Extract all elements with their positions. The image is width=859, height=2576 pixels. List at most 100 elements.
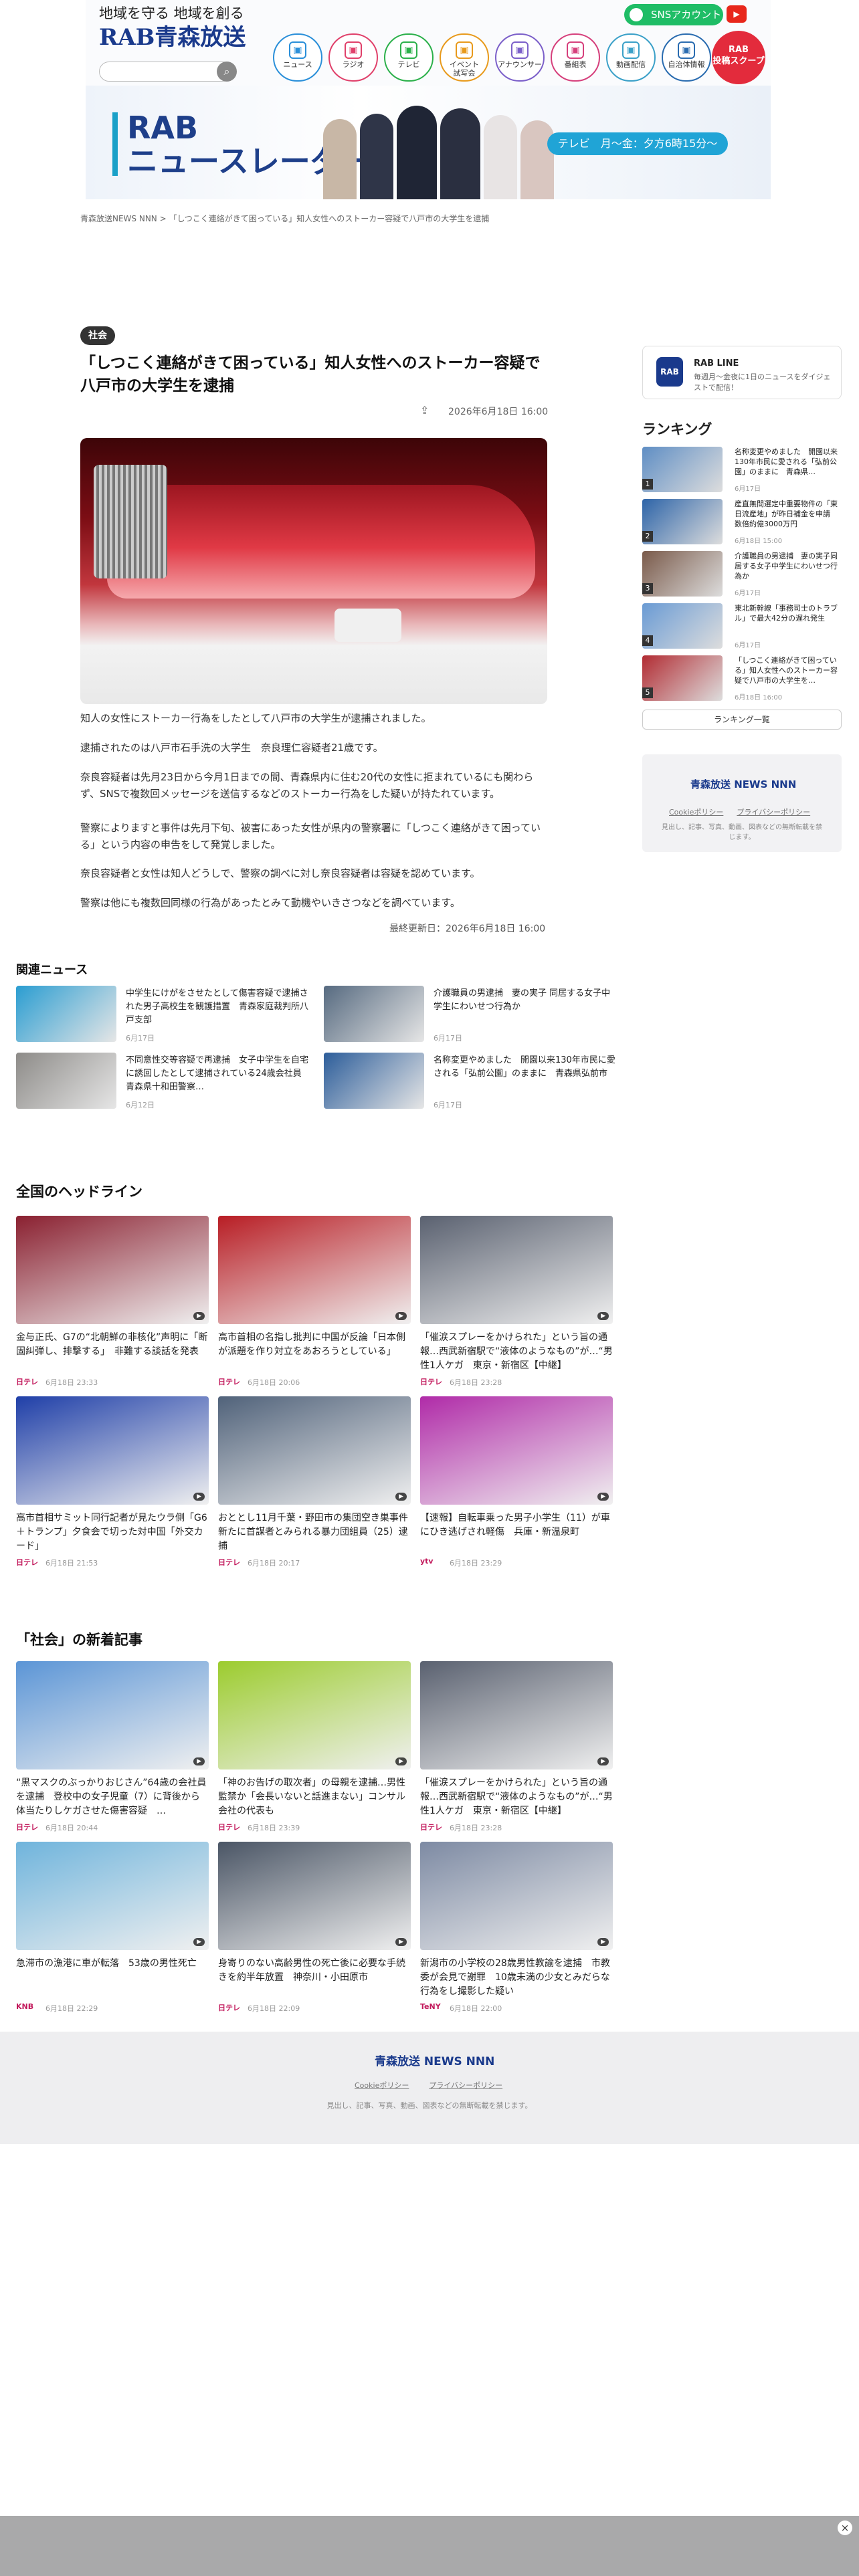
list-icon: ▣ <box>567 41 584 59</box>
nav-item-label: 自治体情報 <box>668 60 705 69</box>
ranking-more-button[interactable]: ランキング一覧 <box>642 710 842 730</box>
site-logo[interactable]: RAB青森放送 <box>99 19 246 51</box>
ranking-thumbnail: 5 <box>642 655 723 701</box>
nav-item[interactable]: ▣ 動画配信 <box>606 33 656 82</box>
sns-account-button[interactable]: SNSアカウント <box>624 4 723 25</box>
ranking-date: 6月17日 <box>735 590 761 597</box>
related-thumbnail <box>16 1053 116 1109</box>
search-icon[interactable]: ⌕ <box>217 62 237 82</box>
anchor-photo <box>440 108 480 199</box>
play-icon: ▶ <box>193 1493 205 1501</box>
society-date: 6月18日 22:09 <box>248 2004 300 2013</box>
close-icon[interactable]: × <box>838 2520 852 2535</box>
cookie-policy-link[interactable]: Cookieポリシー <box>355 2081 409 2090</box>
cookie-policy-link[interactable]: Cookieポリシー <box>669 808 723 817</box>
anchor-photo <box>360 114 393 199</box>
siren-base <box>335 609 401 642</box>
society-title: 「催涙スプレーをかけられた」という旨の通報…西武新宿駅で“液体のようなもの”が…… <box>420 1778 613 1816</box>
national-card[interactable]: ▶ 金与正氏、G7の“北朝鮮の非核化”声明に「断固糾弾し、排撃する」 非難する談話… <box>16 1216 209 1387</box>
society-date: 6月18日 22:00 <box>450 2004 502 2013</box>
related-card[interactable]: 介護職員の男逮捕 妻の実子 同居する女子中学生にわいせつ行為か 6月17日 <box>324 986 618 1046</box>
youtube-icon[interactable]: ▶ <box>727 5 747 23</box>
society-card[interactable]: ▶ 「催涙スプレーをかけられた」という旨の通報…西武新宿駅で“液体のようなもの”が… <box>420 1661 613 1832</box>
society-card[interactable]: ▶ “黒マスクのぶっかりおじさん”64歳の会社員を逮捕 登校中の女子児童（7）に背… <box>16 1661 209 1832</box>
related-heading: 関連ニュース <box>16 963 88 977</box>
related-card[interactable]: 名称変更やめました 開園以来130年市民に愛される「弘前公園」のままに 青森県弘… <box>324 1053 618 1113</box>
nav-item[interactable]: ▣ アナウンサー <box>495 33 545 82</box>
article-paragraph: 知人の女性にストーカー行為をしたとして八戸市の大学生が逮捕されました。 <box>80 712 432 724</box>
rab-scoop-button[interactable]: RAB 投稿スクープ <box>712 31 765 84</box>
program-time: テレビ 月〜金：夕方6時15分〜 <box>547 132 728 155</box>
nav-item[interactable]: ▣ ニュース <box>273 33 322 82</box>
society-date: 6月18日 22:29 <box>45 2004 98 2013</box>
national-date: 6月18日 23:28 <box>450 1378 502 1387</box>
play-icon: ▶ <box>597 1312 609 1320</box>
nav-item[interactable]: ▣ ラジオ <box>328 33 378 82</box>
ad-banner[interactable] <box>0 2516 859 2576</box>
ranking-title: 産直無間選定中重要物件の「東日流産地」が昨日補金を申請 数倍約億3000万円 <box>735 500 838 528</box>
society-card[interactable]: ▶ 身寄りのない高齢男性の死亡後に必要な手続きを約半年放置 神奈川・小田原市 日テレ… <box>218 1842 411 2013</box>
ranking-item[interactable]: 3 介護職員の男逮捕 妻の実子同居する女子中学生にわいせつ行為か 6月17日 <box>642 551 842 599</box>
rab-line-title: RAB LINE <box>694 358 739 368</box>
society-title: 「神のお告げの取次者」の母親を逮捕…男性監禁か「会長いないと話進まない」コンサル… <box>218 1778 405 1816</box>
national-source: 日テレ <box>420 1378 442 1386</box>
society-thumbnail: ▶ <box>16 1661 209 1769</box>
footer-logo[interactable]: 青森放送 NEWS NNN <box>375 2052 494 2068</box>
national-card[interactable]: ▶ 高市首相の名指し批判に中国が反論「日本側が派題を作り対立をあおろうとしている」… <box>218 1216 411 1387</box>
search-input[interactable] <box>99 62 233 82</box>
society-card[interactable]: ▶ 「神のお告げの取次者」の母親を逮捕…男性監禁か「会長いないと話進まない」コンサ… <box>218 1661 411 1832</box>
share-icon[interactable]: ⇪ <box>420 404 429 417</box>
society-card[interactable]: ▶ 急滞市の漁港に車が転落 53歳の男性死亡 KNB 6月18日 22:29 <box>16 1842 209 2013</box>
anchor-photo <box>397 106 437 199</box>
society-card[interactable]: ▶ 新潟市の小学校の28歳男性教諭を逮捕 市教委が会見で謝罪 10歳未満の少女とみ… <box>420 1842 613 2013</box>
ranking-title: 「しつこく連絡がきて困っている」知人女性へのストーカー容疑で八戸市の大学生を… <box>735 656 838 685</box>
article-title: 「しつこく連絡がきて困っている」知人女性へのストーカー容疑で八戸市の大学生を逮捕 <box>80 354 541 395</box>
ranking-item[interactable]: 4 東北新幹線「事務司士のトラブル」で最大42分の遅れ発生 6月17日 <box>642 603 842 651</box>
breadcrumb-home[interactable]: 青森放送NEWS NNN <box>80 214 157 223</box>
video-icon: ▣ <box>622 41 640 59</box>
ranking-item[interactable]: 5 「しつこく連絡がきて困っている」知人女性へのストーカー容疑で八戸市の大学生を…… <box>642 655 842 704</box>
society-title: 急滞市の漁港に車が転落 53歳の男性死亡 <box>16 1958 197 1969</box>
national-card[interactable]: ▶ おととし11月千葉・野田市の集団空き巣事件 新たに首謀者とみられる暴力団組員（… <box>218 1396 411 1568</box>
national-card[interactable]: ▶ 「催涙スプレーをかけられた」という旨の通報…西武新宿駅で“液体のようなもの”が… <box>420 1216 613 1387</box>
play-icon: ▶ <box>193 1312 205 1320</box>
anchor-photo <box>323 119 357 199</box>
privacy-policy-link[interactable]: プライバシーポリシー <box>737 808 810 817</box>
category-badge[interactable]: 社会 <box>80 326 115 345</box>
ranking-number: 4 <box>642 635 653 646</box>
rab-line-card[interactable]: RAB RAB LINE 毎週月〜金夜に1日のニュースをダイジェストで配信！ <box>642 346 842 399</box>
sidebar-footer-logo[interactable]: 青森放送 NEWS NNN <box>690 777 796 791</box>
related-card[interactable]: 中学生にけがをさせたとして傷害容疑で逮捕された男子高校生を観護措置 青森家庭裁判… <box>16 986 310 1046</box>
play-icon: ▶ <box>395 1757 407 1765</box>
rab-line-logo: RAB <box>656 357 683 387</box>
ranking-date: 6月18日 15:00 <box>735 538 783 545</box>
national-thumbnail: ▶ <box>420 1216 613 1324</box>
society-source: KNB <box>16 2002 34 2011</box>
program-banner[interactable]: RAB ニュースレーダー テレビ 月〜金：夕方6時15分〜 <box>86 86 771 199</box>
national-thumbnail: ▶ <box>218 1396 411 1505</box>
related-card[interactable]: 不同意性交等容疑で再逮捕 女子中学生を自宅に誘回したとして逮捕されている24歳会… <box>16 1053 310 1113</box>
nav-item[interactable]: ▣ テレビ <box>384 33 434 82</box>
nav-item[interactable]: ▣ 自治体情報 <box>662 33 711 82</box>
society-source: 日テレ <box>16 1823 38 1832</box>
ranking-title: 名称変更やめました 開園以来130年市民に愛される「弘前公園」のままに 青森県… <box>735 447 838 476</box>
article-paragraph: 奈良容疑者は先月23日から今月1日までの間、青森県内に住む20代の女性に拒まれて… <box>80 771 534 800</box>
nav-item-label: アナウンサー <box>498 60 542 69</box>
society-thumbnail: ▶ <box>420 1661 613 1769</box>
national-source: ytv <box>420 1557 434 1566</box>
ranking-date: 6月17日 <box>735 486 761 493</box>
society-thumbnail: ▶ <box>16 1842 209 1950</box>
related-thumbnail <box>324 1053 424 1109</box>
ranking-number: 1 <box>642 479 653 490</box>
ranking-item[interactable]: 2 産直無間選定中重要物件の「東日流産地」が昨日補金を申請 数倍約億3000万円 6… <box>642 499 842 547</box>
related-date: 6月17日 <box>126 1034 155 1043</box>
toggle-icon <box>630 8 643 21</box>
ranking-item[interactable]: 1 名称変更やめました 開園以来130年市民に愛される「弘前公園」のままに 青森県… <box>642 447 842 495</box>
nav-item[interactable]: ▣ イベント 試写会 <box>440 33 489 82</box>
nav-item[interactable]: ▣ 番組表 <box>551 33 600 82</box>
national-card[interactable]: ▶ 高市首相サミット同行記者が見たウラ側「G6＋トランプ」夕食会で切った対中国「外… <box>16 1396 209 1568</box>
page-footer: 青森放送 NEWS NNN Cookieポリシー プライバシーポリシー 見出し、記… <box>0 2032 859 2144</box>
play-icon: ▶ <box>193 1757 205 1765</box>
national-card[interactable]: ▶ 【速報】自転車乗った男子小学生（11）が車にひき逃げされ軽傷 兵庫・新温泉町 y… <box>420 1396 613 1568</box>
privacy-policy-link[interactable]: プライバシーポリシー <box>429 2081 502 2090</box>
